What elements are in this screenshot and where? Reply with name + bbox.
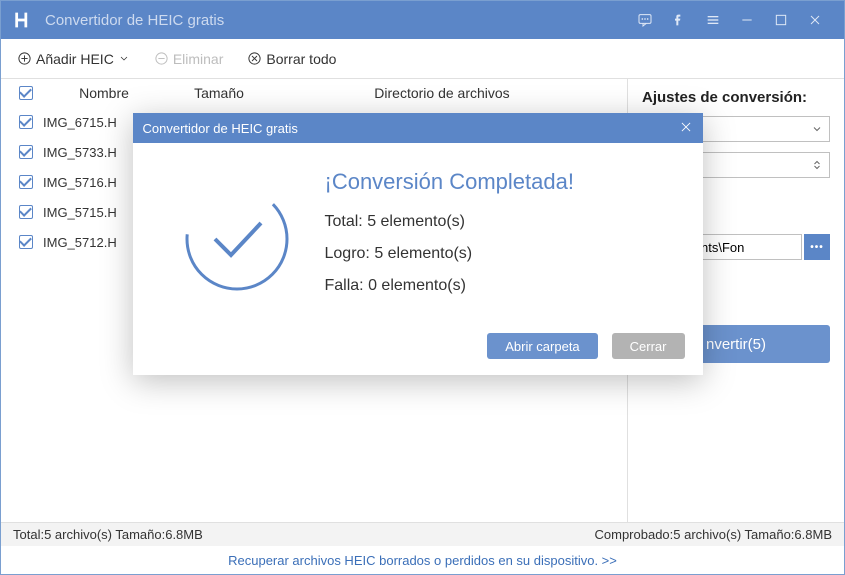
- dialog-close-icon[interactable]: [679, 120, 693, 137]
- dialog-success: Logro: 5 elemento(s): [325, 245, 673, 263]
- success-check-icon: [179, 181, 295, 297]
- dialog-total: Total: 5 elemento(s): [325, 213, 673, 231]
- modal-backdrop: Convertidor de HEIC gratis ¡Conversión C…: [1, 1, 844, 574]
- dialog-header: Convertidor de HEIC gratis: [133, 113, 703, 143]
- completion-dialog: Convertidor de HEIC gratis ¡Conversión C…: [133, 113, 703, 375]
- open-folder-button[interactable]: Abrir carpeta: [487, 333, 597, 359]
- close-button[interactable]: Cerrar: [612, 333, 685, 359]
- dialog-title: Convertidor de HEIC gratis: [143, 121, 298, 136]
- dialog-heading: ¡Conversión Completada!: [325, 169, 673, 195]
- dialog-fail: Falla: 0 elemento(s): [325, 277, 673, 295]
